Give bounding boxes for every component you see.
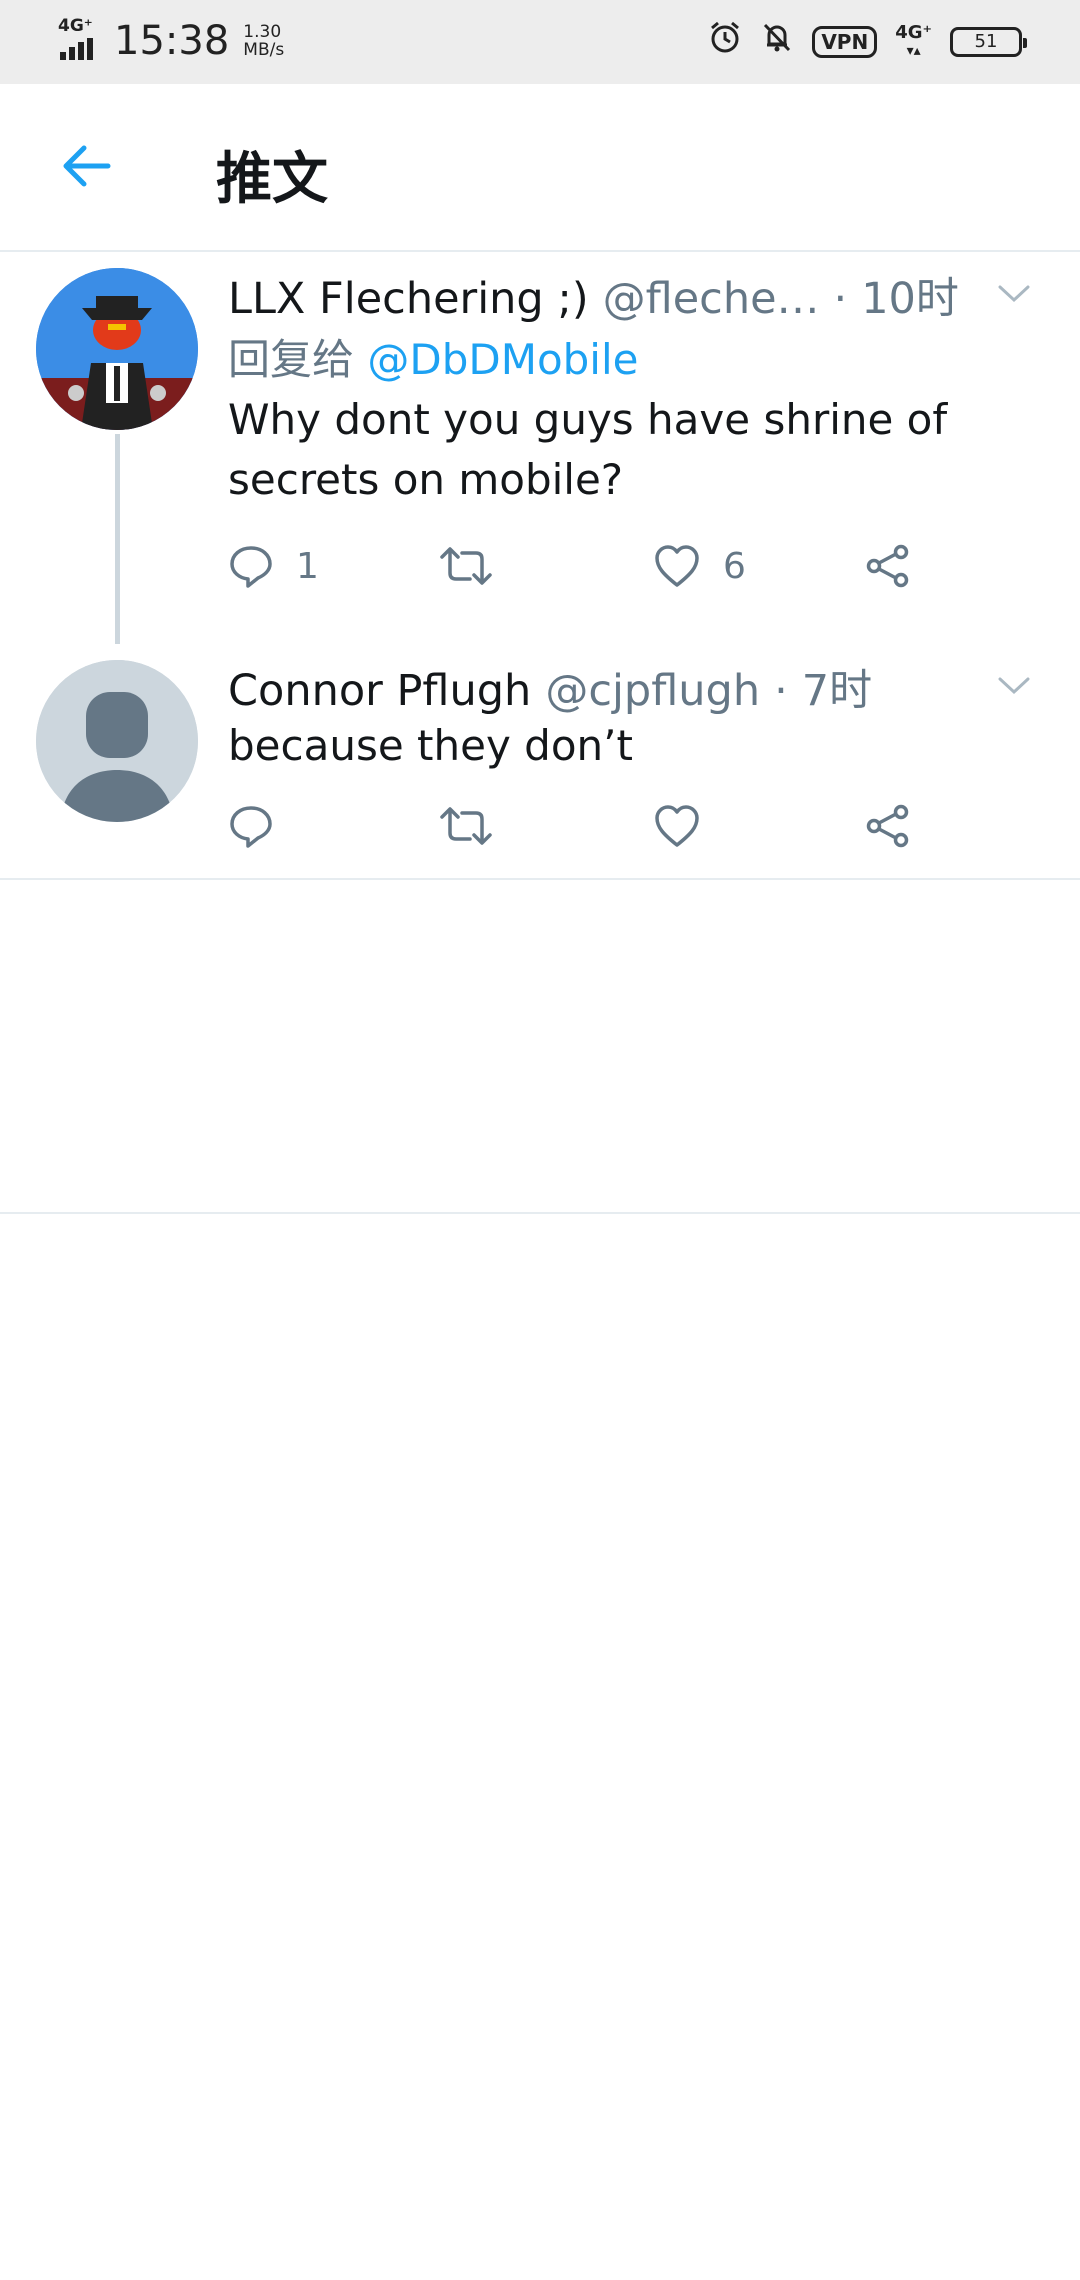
network-speed: 1.30 MB/s	[243, 22, 285, 60]
vpn-badge: VPN	[812, 25, 878, 58]
alarm-icon	[708, 20, 742, 63]
app-header: 推文	[0, 84, 1080, 252]
mute-bell-icon	[760, 20, 794, 63]
tweet-list-lower[interactable]	[0, 252, 1080, 2142]
battery-level: 51	[974, 31, 998, 52]
status-bar: 4G⁺ 15:38 1.30 MB/s VPN 4G⁺ ▾▴ 51	[0, 0, 1080, 84]
tweet[interactable]	[0, 880, 1080, 1214]
cellular-signal-icon: 4G⁺	[58, 16, 100, 62]
battery-icon: 51	[950, 26, 1027, 57]
mobile-data-icon: 4G⁺ ▾▴	[895, 21, 932, 59]
back-arrow-icon[interactable]	[56, 136, 116, 196]
page-title: 推文	[216, 147, 328, 212]
avatar[interactable]	[36, 1174, 198, 1336]
clock: 15:38	[114, 18, 230, 64]
